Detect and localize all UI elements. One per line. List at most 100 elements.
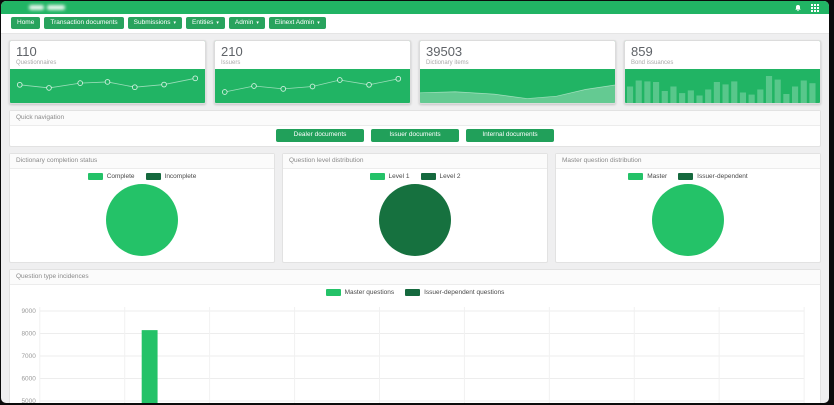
stat-label: Dictionary items xyxy=(426,60,609,66)
quick-navigation-buttons: Dealer documents Issuer documents Internal… xyxy=(10,126,820,146)
legend-label: Master questions xyxy=(345,289,395,296)
main-nav: HomeTransaction documentsSubmissions▾Ent… xyxy=(1,14,829,34)
incidences-bar-chart: 900080007000600050004000 xyxy=(10,297,820,403)
legend-swatch xyxy=(326,289,341,296)
svg-text:7000: 7000 xyxy=(21,353,36,360)
quick-navigation-panel: Quick navigation Dealer documents Issuer … xyxy=(9,110,821,147)
nav-item-home[interactable]: Home xyxy=(11,17,40,29)
pie-panel-body: Master Issuer-dependent xyxy=(556,169,820,256)
legend-item-level-2: Level 2 xyxy=(421,173,461,180)
stat-card-top: 859Bond issuances xyxy=(625,41,820,69)
stat-card-issuers: 210Issuers xyxy=(214,40,411,104)
pie-chart xyxy=(106,184,178,256)
nav-item-elinext-admin[interactable]: Elinext Admin▾ xyxy=(269,17,326,29)
stat-card-top: 110Questionnaires xyxy=(10,41,205,69)
nav-item-label: Entities xyxy=(192,19,213,27)
legend-label: Level 1 xyxy=(389,173,410,180)
incidences-body: Master questions Issuer-dependent questio… xyxy=(10,285,820,403)
stat-label: Issuers xyxy=(221,60,404,66)
nav-item-label: Transaction documents xyxy=(50,19,117,27)
chevron-down-icon: ▾ xyxy=(317,21,320,26)
svg-text:8000: 8000 xyxy=(21,330,36,337)
stat-label: Bond issuances xyxy=(631,60,814,66)
legend-label: Complete xyxy=(107,173,135,180)
panel-master-question-distribution: Master question distribution Master Issuer… xyxy=(555,153,821,263)
panel-title: Question level distribution xyxy=(283,154,547,169)
legend-item-incomplete: Incomplete xyxy=(146,173,197,180)
legend-swatch xyxy=(405,289,420,296)
legend-label: Master xyxy=(647,173,667,180)
legend-item-issuer-dependent: Issuer-dependent xyxy=(678,173,748,180)
pie-panel-body: Level 1 Level 2 xyxy=(283,169,547,256)
panel-question-level-distribution: Question level distributionLevel 1Level … xyxy=(282,153,548,263)
stat-value: 859 xyxy=(631,44,814,59)
stat-cards-row: 110Questionnaires 210Issuers 39503Dictiona… xyxy=(9,40,821,104)
legend-label: Level 2 xyxy=(440,173,461,180)
topbar-icons xyxy=(794,4,819,12)
stat-sparkline-area xyxy=(420,69,615,103)
stat-value: 210 xyxy=(221,44,404,59)
legend-item-issuer-dependent-questions: Issuer-dependent questions xyxy=(405,289,504,296)
stat-card-top: 210Issuers xyxy=(215,41,410,69)
stat-card-questionnaires: 110Questionnaires xyxy=(9,40,206,104)
svg-text:9000: 9000 xyxy=(21,308,36,315)
stat-card-bond-issuances: 859Bond issuances xyxy=(624,40,821,104)
chevron-down-icon: ▾ xyxy=(216,21,219,26)
pie-legend: Master Issuer-dependent xyxy=(556,169,820,181)
nav-item-submissions[interactable]: Submissions▾ xyxy=(128,17,182,29)
nav-item-label: Home xyxy=(17,19,34,27)
nav-item-admin[interactable]: Admin▾ xyxy=(229,17,265,29)
quick-nav-button-issuer-documents[interactable]: Issuer documents xyxy=(371,129,459,142)
stat-value: 110 xyxy=(16,44,199,59)
legend-label: Incomplete xyxy=(165,173,197,180)
chevron-down-icon: ▾ xyxy=(174,21,177,26)
pie-chart xyxy=(379,184,451,256)
incidences-legend: Master questions Issuer-dependent questio… xyxy=(10,285,820,297)
legend-swatch xyxy=(88,173,103,180)
legend-swatch xyxy=(370,173,385,180)
stat-sparkline-bars xyxy=(625,69,820,103)
quick-nav-button-dealer-documents[interactable]: Dealer documents xyxy=(276,129,364,142)
panel-dictionary-completion-status: Dictionary completion status Complete Inco… xyxy=(9,153,275,263)
pie-legend: Complete Incomplete xyxy=(10,169,274,181)
bell-icon[interactable] xyxy=(794,4,802,12)
legend-item-master: Master xyxy=(628,173,667,180)
incidences-title: Question type incidences xyxy=(10,270,820,285)
app-logo[interactable] xyxy=(29,5,65,10)
dashboard: 110Questionnaires210Issuers39503Dictiona… xyxy=(1,34,829,403)
panel-title: Dictionary completion status xyxy=(10,154,274,169)
stat-card-dictionary-items: 39503Dictionary items xyxy=(419,40,616,104)
stat-sparkline-line xyxy=(10,69,205,103)
svg-text:5000: 5000 xyxy=(21,398,36,403)
svg-text:6000: 6000 xyxy=(21,375,36,382)
legend-swatch xyxy=(146,173,161,180)
apps-grid-icon[interactable] xyxy=(811,4,819,12)
app-root: HomeTransaction documentsSubmissions▾Ent… xyxy=(1,1,829,403)
legend-item-complete: Complete xyxy=(88,173,135,180)
stat-card-top: 39503Dictionary items xyxy=(420,41,615,69)
stat-value: 39503 xyxy=(426,44,609,59)
nav-item-label: Admin xyxy=(235,19,253,27)
stat-sparkline-line xyxy=(215,69,410,103)
pie-chart xyxy=(652,184,724,256)
incidences-panel: Question type incidences Master question… xyxy=(9,269,821,403)
legend-label: Issuer-dependent xyxy=(697,173,748,180)
quick-nav-button-internal-documents[interactable]: Internal documents xyxy=(466,129,554,142)
chevron-down-icon: ▾ xyxy=(256,21,259,26)
nav-item-entities[interactable]: Entities▾ xyxy=(186,17,225,29)
panel-title: Master question distribution xyxy=(556,154,820,169)
pie-legend: Level 1 Level 2 xyxy=(283,169,547,181)
nav-item-label: Elinext Admin xyxy=(275,19,314,27)
legend-swatch xyxy=(678,173,693,180)
nav-item-label: Submissions xyxy=(134,19,171,27)
pie-panel-body: Complete Incomplete xyxy=(10,169,274,256)
pie-panels-row: Dictionary completion status Complete Inco… xyxy=(9,153,821,263)
quick-navigation-title: Quick navigation xyxy=(10,111,820,126)
legend-label: Issuer-dependent questions xyxy=(424,289,504,296)
legend-item-master-questions: Master questions xyxy=(326,289,395,296)
nav-item-transaction-documents[interactable]: Transaction documents xyxy=(44,17,123,29)
legend-swatch xyxy=(421,173,436,180)
legend-swatch xyxy=(628,173,643,180)
legend-item-level-1: Level 1 xyxy=(370,173,410,180)
stat-label: Questionnaires xyxy=(16,60,199,66)
